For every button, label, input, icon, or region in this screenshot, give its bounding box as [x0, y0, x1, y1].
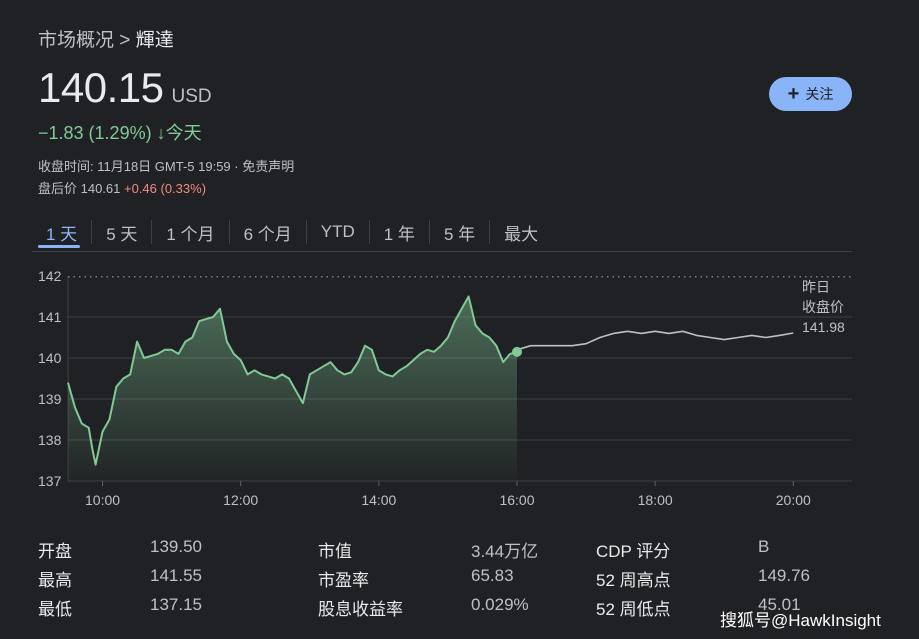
breadcrumb-separator: > — [119, 30, 131, 51]
stat-value: 3.44万亿 — [471, 542, 539, 561]
stat-label: 最高 — [38, 571, 72, 590]
quote-change: −1.83 (1.29%) ↓今天 — [38, 119, 202, 145]
stat-value: 141.55 — [150, 566, 202, 585]
tab-max[interactable]: 最大 — [490, 220, 552, 245]
stat-value: 65.83 — [471, 566, 514, 585]
stat-value: 137.15 — [150, 595, 202, 614]
stat-value: 0.029% — [471, 595, 529, 614]
x-tick-label: 20:00 — [776, 492, 811, 508]
stat-label: 开盘 — [38, 542, 72, 561]
tab-1y[interactable]: 1 年 — [370, 220, 429, 245]
change-period: 今天 — [165, 123, 202, 143]
stat-label: 最低 — [38, 600, 72, 619]
watermark: 搜狐号@HawkInsight — [720, 611, 881, 630]
active-tab-indicator — [38, 245, 80, 248]
tab-1d[interactable]: 1 天 — [32, 220, 91, 245]
after-hours-price: 盘后价 140.61 — [38, 181, 121, 196]
quote-currency: USD — [171, 86, 212, 107]
close-info: 收盘时间: 11月18日 GMT-5 19:59 · 免责声明 — [38, 156, 294, 175]
change-value: −1.83 (1.29%) — [38, 123, 152, 143]
tab-5y[interactable]: 5 年 — [430, 220, 489, 245]
x-tick-label: 14:00 — [361, 492, 396, 508]
stat-value: B — [758, 537, 770, 556]
close-marker — [511, 346, 522, 357]
after-hours-change: +0.46 (0.33%) — [124, 181, 207, 196]
stat-value: 149.76 — [758, 566, 810, 585]
breadcrumb-parent[interactable]: 市场概况 — [38, 30, 114, 51]
breadcrumb: 市场概况 > 輝達 — [38, 25, 174, 52]
disclaimer-link[interactable]: 免责声明 — [242, 159, 294, 174]
stat-label: 股息收益率 — [318, 600, 403, 619]
stat-value: 139.50 — [150, 537, 202, 556]
follow-button[interactable]: + 关注 — [769, 77, 852, 111]
tab-ytd[interactable]: YTD — [307, 222, 369, 242]
previous-close-label: 昨日 — [802, 279, 830, 295]
previous-close-label: 收盘价 — [802, 299, 844, 315]
range-tabs: 1 天 5 天 1 个月 6 个月 YTD 1 年 5 年 最大 — [32, 216, 552, 248]
x-tick-label: 16:00 — [499, 492, 534, 508]
plus-icon: + — [787, 83, 800, 105]
tab-1m[interactable]: 1 个月 — [152, 220, 228, 245]
previous-close-label: 141.98 — [802, 319, 845, 335]
y-tick-label: 138 — [38, 432, 62, 448]
after-hours: 盘后价 140.61 +0.46 (0.33%) — [38, 178, 206, 197]
post-market-line[interactable] — [516, 330, 794, 351]
regular-session-area — [68, 296, 517, 481]
x-tick-label: 18:00 — [638, 492, 673, 508]
stat-label: CDP 评分 — [596, 542, 671, 561]
tabs-divider — [32, 251, 852, 252]
quote-price-row: 140.15 USD — [38, 64, 212, 112]
close-time: 收盘时间: 11月18日 GMT-5 19:59 — [38, 159, 231, 174]
x-tick-label: 12:00 — [223, 492, 258, 508]
arrow-down-icon: ↓ — [156, 123, 166, 143]
y-tick-label: 137 — [38, 473, 62, 489]
stat-label: 市值 — [318, 542, 352, 561]
tab-5d[interactable]: 5 天 — [92, 220, 151, 245]
breadcrumb-current: 輝達 — [135, 30, 174, 51]
quote-price: 140.15 — [38, 64, 164, 111]
price-chart[interactable]: 142 141 140 139 138 137 10:00 12:00 14:00 16:00 18… — [0, 255, 919, 515]
x-tick-label: 10:00 — [85, 492, 120, 508]
y-tick-label: 142 — [38, 268, 62, 284]
follow-button-label: 关注 — [805, 86, 834, 102]
y-tick-label: 141 — [38, 309, 62, 325]
close-info-separator: · — [234, 159, 239, 174]
y-tick-label: 139 — [38, 391, 62, 407]
stat-label: 52 周低点 — [596, 600, 671, 619]
stat-label: 52 周高点 — [596, 571, 671, 590]
tab-6m[interactable]: 6 个月 — [230, 220, 306, 245]
y-tick-label: 140 — [38, 350, 62, 366]
stat-label: 市盈率 — [318, 571, 369, 590]
